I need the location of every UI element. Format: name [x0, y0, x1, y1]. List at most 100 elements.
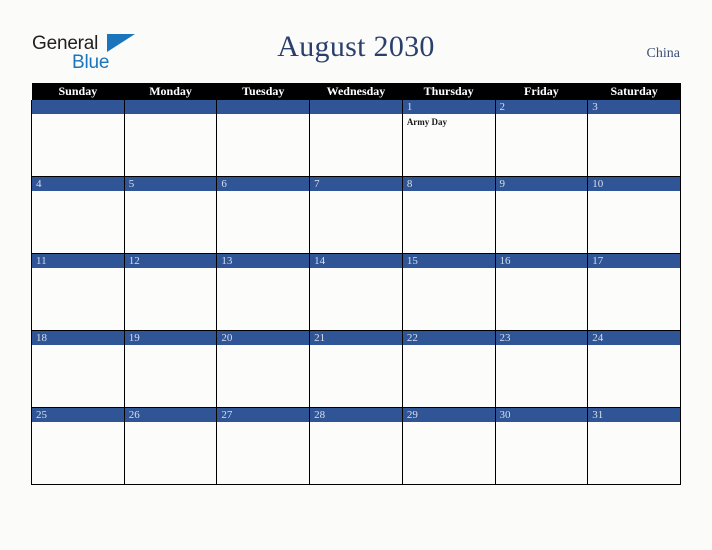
day-cell-3[interactable]: 3 — [587, 100, 681, 177]
day-cell-15[interactable]: 15 — [401, 253, 496, 331]
day-cell-4[interactable]: 4 — [31, 176, 125, 254]
day-number: 29 — [402, 408, 495, 422]
day-cell-inner: 22 — [402, 331, 495, 407]
weekday-header-wednesday: Wednesday — [309, 83, 403, 100]
day-number: 12 — [124, 254, 217, 268]
day-cell-2[interactable]: 2 — [494, 100, 589, 177]
day-cell-27[interactable]: 27 — [216, 407, 311, 485]
day-cell-28[interactable]: 28 — [309, 407, 403, 485]
day-cell-empty[interactable] — [216, 100, 311, 177]
weekday-header-sunday: Sunday — [31, 83, 125, 100]
day-number: 10 — [588, 177, 680, 191]
day-number: 27 — [217, 408, 310, 422]
day-cell-inner — [32, 100, 124, 176]
day-cell-empty[interactable] — [123, 100, 218, 177]
day-cell-inner: 7 — [310, 177, 402, 253]
day-cell-25[interactable]: 25 — [31, 407, 125, 485]
day-cell-inner: 17 — [588, 254, 680, 330]
day-cell-24[interactable]: 24 — [587, 330, 681, 408]
day-cell-1[interactable]: 1 Army Day — [401, 100, 496, 177]
day-number: 14 — [310, 254, 402, 268]
calendar-week-row: 25 26 27 28 29 30 31 — [31, 407, 681, 485]
day-cell-11[interactable]: 11 — [31, 253, 125, 331]
day-number: 6 — [217, 177, 310, 191]
day-cell-inner: 24 — [588, 331, 680, 407]
day-number: 31 — [588, 408, 680, 422]
day-number: 23 — [495, 331, 588, 345]
day-cell-inner: 26 — [124, 408, 217, 484]
day-cell-empty[interactable] — [31, 100, 125, 177]
day-number: 22 — [402, 331, 495, 345]
day-cell-inner — [310, 100, 402, 176]
day-cell-14[interactable]: 14 — [309, 253, 403, 331]
day-number: 8 — [402, 177, 495, 191]
page-title: August 2030 — [277, 30, 435, 63]
day-number: 26 — [124, 408, 217, 422]
day-cell-inner: 18 — [32, 331, 124, 407]
day-number — [310, 100, 402, 114]
day-cell-10[interactable]: 10 — [587, 176, 681, 254]
weekday-header-tuesday: Tuesday — [216, 83, 310, 100]
day-cell-17[interactable]: 17 — [587, 253, 681, 331]
day-cell-inner: 8 — [402, 177, 495, 253]
day-cell-inner: 25 — [32, 408, 124, 484]
day-cell-21[interactable]: 21 — [309, 330, 403, 408]
day-cell-20[interactable]: 20 — [216, 330, 311, 408]
country-label: China — [646, 46, 680, 61]
day-cell-31[interactable]: 31 — [587, 407, 681, 485]
day-cell-19[interactable]: 19 — [123, 330, 218, 408]
day-cell-30[interactable]: 30 — [494, 407, 589, 485]
calendar-header-row: Sunday Monday Tuesday Wednesday Thursday Frid… — [31, 83, 681, 100]
day-number: 25 — [32, 408, 124, 422]
day-cell-inner: 3 — [588, 100, 680, 176]
day-number: 13 — [217, 254, 310, 268]
day-cell-inner: 11 — [32, 254, 124, 330]
day-number — [124, 100, 217, 114]
day-number: 16 — [495, 254, 588, 268]
day-number: 18 — [32, 331, 124, 345]
day-number: 19 — [124, 331, 217, 345]
day-number: 1 — [402, 100, 495, 114]
weekday-header-friday: Friday — [495, 83, 588, 100]
day-cell-13[interactable]: 13 — [216, 253, 311, 331]
day-cell-inner — [217, 100, 310, 176]
calendar-week-row: 11 12 13 14 15 16 17 — [31, 253, 681, 331]
day-cell-16[interactable]: 16 — [494, 253, 589, 331]
day-cell-23[interactable]: 23 — [494, 330, 589, 408]
day-cell-inner: 9 — [495, 177, 588, 253]
day-cell-9[interactable]: 9 — [494, 176, 589, 254]
weekday-header-saturday: Saturday — [587, 83, 681, 100]
calendar-page: General Blue August 2030 China Sunday Mon… — [0, 0, 712, 550]
day-number: 20 — [217, 331, 310, 345]
day-cell-inner: 6 — [217, 177, 310, 253]
day-events: Army Day — [403, 114, 495, 128]
calendar-week-row: 1 Army Day 2 3 — [31, 100, 681, 177]
day-cell-inner: 12 — [124, 254, 217, 330]
calendar-week-row: 4 5 6 7 8 9 10 — [31, 176, 681, 254]
calendar-body: 1 Army Day 2 3 4 5 6 7 8 9 10 11 12 13 14 15 16 17 18 19 20 2… — [31, 100, 681, 485]
day-cell-inner: 27 — [217, 408, 310, 484]
day-number: 11 — [32, 254, 124, 268]
day-cell-22[interactable]: 22 — [401, 330, 496, 408]
day-cell-inner: 19 — [124, 331, 217, 407]
day-cell-8[interactable]: 8 — [401, 176, 496, 254]
day-cell-inner: 10 — [588, 177, 680, 253]
day-cell-29[interactable]: 29 — [401, 407, 496, 485]
day-number: 9 — [495, 177, 588, 191]
day-cell-inner: 14 — [310, 254, 402, 330]
day-cell-5[interactable]: 5 — [123, 176, 218, 254]
day-cell-inner: 30 — [495, 408, 588, 484]
day-cell-26[interactable]: 26 — [123, 407, 218, 485]
weekday-header-thursday: Thursday — [402, 83, 496, 100]
day-number: 7 — [310, 177, 402, 191]
day-number: 17 — [588, 254, 680, 268]
day-cell-18[interactable]: 18 — [31, 330, 125, 408]
day-cell-inner: 2 — [495, 100, 588, 176]
weekday-header-monday: Monday — [124, 83, 217, 100]
day-cell-12[interactable]: 12 — [123, 253, 218, 331]
day-cell-empty[interactable] — [309, 100, 403, 177]
day-cell-inner: 20 — [217, 331, 310, 407]
day-cell-7[interactable]: 7 — [309, 176, 403, 254]
day-cell-inner: 5 — [124, 177, 217, 253]
day-cell-6[interactable]: 6 — [216, 176, 311, 254]
